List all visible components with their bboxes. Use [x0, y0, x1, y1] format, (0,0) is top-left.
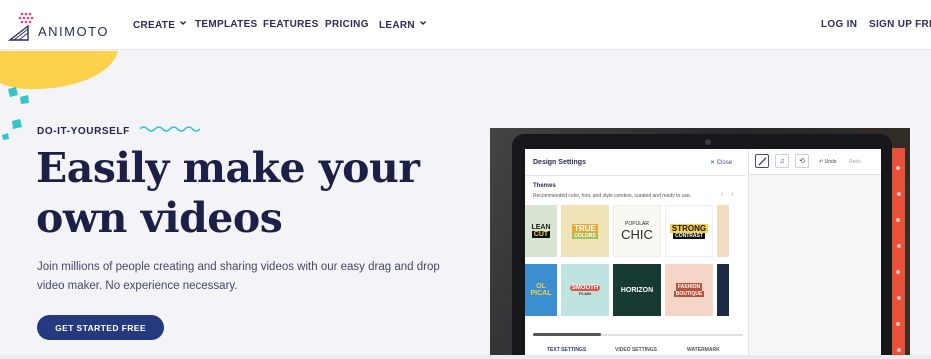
- hero-subtext: Join millions of people creating and sha…: [37, 258, 467, 296]
- tile-text-2: CHIC: [621, 226, 653, 242]
- undo-button[interactable]: ↶ Undo: [819, 159, 837, 165]
- scrollbar-thumb[interactable]: [533, 333, 601, 336]
- tile-text-2: BOUTIQUE: [673, 291, 705, 297]
- hero-subtext-line1: Join millions of people creating and sha…: [37, 261, 440, 273]
- tile-text-1: STRONG: [669, 223, 709, 233]
- brand-name: ANIMOTO: [38, 24, 109, 39]
- undo-label: Undo: [824, 159, 837, 165]
- login-link[interactable]: LOG IN: [821, 19, 857, 30]
- animoto-logo[interactable]: ANIMOTO: [8, 6, 108, 42]
- chevron-down-icon: [180, 20, 187, 26]
- theme-tile-partial[interactable]: [717, 205, 729, 257]
- tile-text-2: CONTRAST: [673, 232, 705, 239]
- laptop-frame: Design Settings ✕ Close Themes Recommend…: [512, 134, 892, 359]
- signup-link[interactable]: SIGN UP FREE: [869, 19, 931, 30]
- section-divider: [0, 355, 931, 359]
- tile-text-2: CUT: [531, 231, 551, 238]
- hero-subtext-line2: video maker. No experience necessary.: [37, 280, 238, 292]
- theme-tile-fashion[interactable]: FASHION BOUTIQUE: [665, 264, 713, 316]
- nav-templates-label: TEMPLATES: [195, 19, 258, 30]
- music-icon[interactable]: ♫: [775, 154, 789, 168]
- tab-watermark[interactable]: WATERMARK: [687, 347, 720, 353]
- chevron-down-icon: [419, 20, 426, 26]
- tile-text-2: PLAIN: [579, 290, 591, 296]
- editor-toolbar-panel: ♫ ⟲ ↶ Undo Redo: [748, 149, 881, 359]
- app-screen: Design Settings ✕ Close Themes Recommend…: [525, 149, 881, 359]
- nav-learn[interactable]: LEARN: [379, 19, 427, 31]
- theme-tile-lean-cut[interactable]: LEAN CUT: [525, 205, 557, 257]
- nav-learn-label: LEARN: [379, 20, 415, 31]
- hero-headline: Easily make your own videos: [36, 143, 456, 243]
- nav-create[interactable]: CREATE: [133, 19, 187, 31]
- nav-pricing[interactable]: PRICING: [325, 19, 369, 30]
- tab-video-settings[interactable]: VIDEO SETTINGS: [615, 347, 657, 353]
- brush-icon[interactable]: [755, 154, 769, 168]
- get-started-button[interactable]: GET STARTED FREE: [37, 315, 164, 340]
- close-button[interactable]: ✕ Close: [710, 159, 732, 166]
- editor-toolbar: ♫ ⟲ ↶ Undo Redo: [749, 149, 881, 175]
- tile-text-1: HORIZON: [620, 286, 654, 294]
- tile-text-2: COLORS: [572, 232, 598, 239]
- hero-headline-line1: Easily make your: [36, 144, 420, 192]
- nav-features-label: FEATURES: [263, 19, 319, 30]
- redo-button[interactable]: Redo: [849, 159, 861, 165]
- theme-tile-horizon[interactable]: HORIZON: [613, 264, 661, 316]
- carousel-arrows[interactable]: ‹ ›: [721, 191, 737, 198]
- close-label: Close: [716, 160, 733, 166]
- tile-text-1: TRUE: [572, 223, 598, 233]
- logo-mark-icon: [8, 12, 34, 41]
- top-nav: ANIMOTO CREATE TEMPLATES FEATURES PRICIN…: [0, 0, 931, 50]
- refresh-icon[interactable]: ⟲: [795, 154, 809, 168]
- theme-tile-strong-contrast[interactable]: STRONG CONTRAST: [665, 205, 713, 257]
- squiggle-icon: [140, 126, 200, 132]
- nav-features[interactable]: FEATURES: [263, 19, 319, 30]
- divider: [525, 175, 745, 176]
- themes-description: Recommended color, font, and style combo…: [533, 193, 692, 199]
- theme-tile-popular-chic[interactable]: POPULAR CHIC: [613, 205, 661, 257]
- webcam-icon: [705, 139, 711, 145]
- nav-create-label: CREATE: [133, 20, 176, 31]
- tile-text-2: PICAL: [530, 290, 552, 297]
- theme-tile-partial[interactable]: [717, 264, 729, 316]
- theme-tile-true-colors[interactable]: TRUE COLORS: [561, 205, 609, 257]
- theme-tile-tropical[interactable]: OL PICAL: [525, 264, 557, 316]
- design-settings-title: Design Settings: [533, 159, 586, 166]
- tile-text-1: LEAN: [531, 224, 551, 231]
- hero-eyebrow: DO-IT-YOURSELF: [37, 126, 130, 137]
- themes-heading: Themes: [533, 183, 556, 189]
- tab-text-settings[interactable]: TEXT SETTINGS: [547, 347, 586, 353]
- nav-pricing-label: PRICING: [325, 19, 369, 30]
- product-screenshot: Design Settings ✕ Close Themes Recommend…: [490, 128, 910, 359]
- nav-templates[interactable]: TEMPLATES: [195, 19, 258, 30]
- tile-text-1: OL: [536, 283, 546, 290]
- theme-tile-smooth[interactable]: SMOOTH PLAIN: [561, 264, 609, 316]
- tile-text-1: FASHION: [675, 283, 703, 291]
- hero-headline-line2: own videos: [36, 194, 283, 242]
